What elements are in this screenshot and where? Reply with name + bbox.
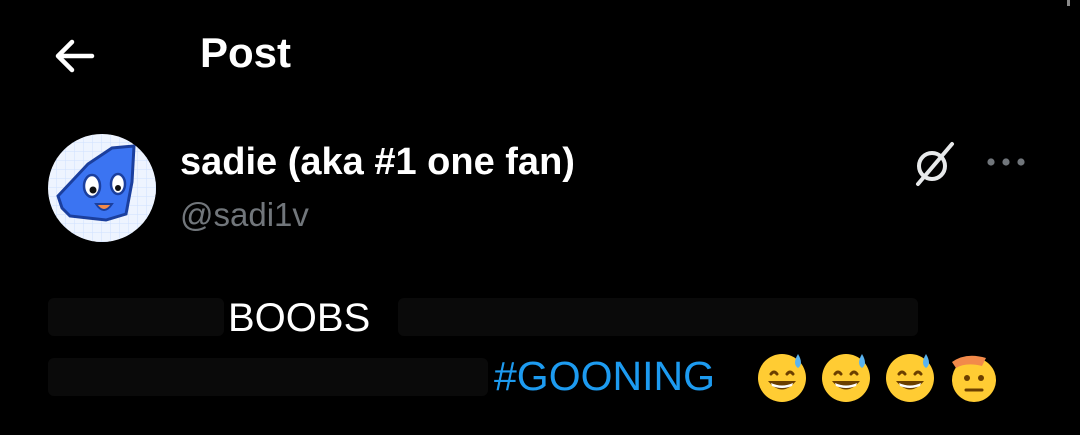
grinning-sweat-emoji	[822, 354, 870, 402]
more-horizontal-icon	[987, 158, 1025, 166]
obscured-text	[398, 298, 918, 336]
obscured-text	[48, 358, 488, 396]
grok-button[interactable]	[908, 138, 960, 190]
post-visible-word: BOOBS	[228, 296, 371, 340]
back-button[interactable]	[50, 32, 98, 80]
post-line-2: #GOONING	[48, 344, 1048, 404]
arrow-left-icon	[55, 39, 95, 73]
avatar[interactable]	[48, 134, 156, 242]
post-author: sadie (aka #1 one fan) @sadi1v	[0, 128, 1080, 248]
grinning-sweat-emoji	[886, 354, 934, 402]
more-options-button[interactable]	[982, 142, 1030, 182]
hashtag-link[interactable]: #GOONING	[494, 348, 715, 404]
post-text: BOOBS #GOONING	[48, 280, 1048, 430]
display-name[interactable]: sadie (aka #1 one fan)	[180, 138, 575, 186]
page-title: Post	[200, 29, 292, 76]
grinning-sweat-emoji	[758, 354, 806, 402]
top-bar: Post	[0, 0, 1080, 110]
post-line-1: BOOBS	[48, 292, 948, 340]
obscured-text	[48, 298, 224, 336]
blue-cartoon-avatar	[48, 134, 156, 242]
user-handle[interactable]: @sadi1v	[180, 194, 309, 236]
scrollbar[interactable]	[1067, 0, 1070, 6]
saluting-face-emoji	[952, 355, 996, 402]
grok-slash-icon	[916, 142, 954, 186]
